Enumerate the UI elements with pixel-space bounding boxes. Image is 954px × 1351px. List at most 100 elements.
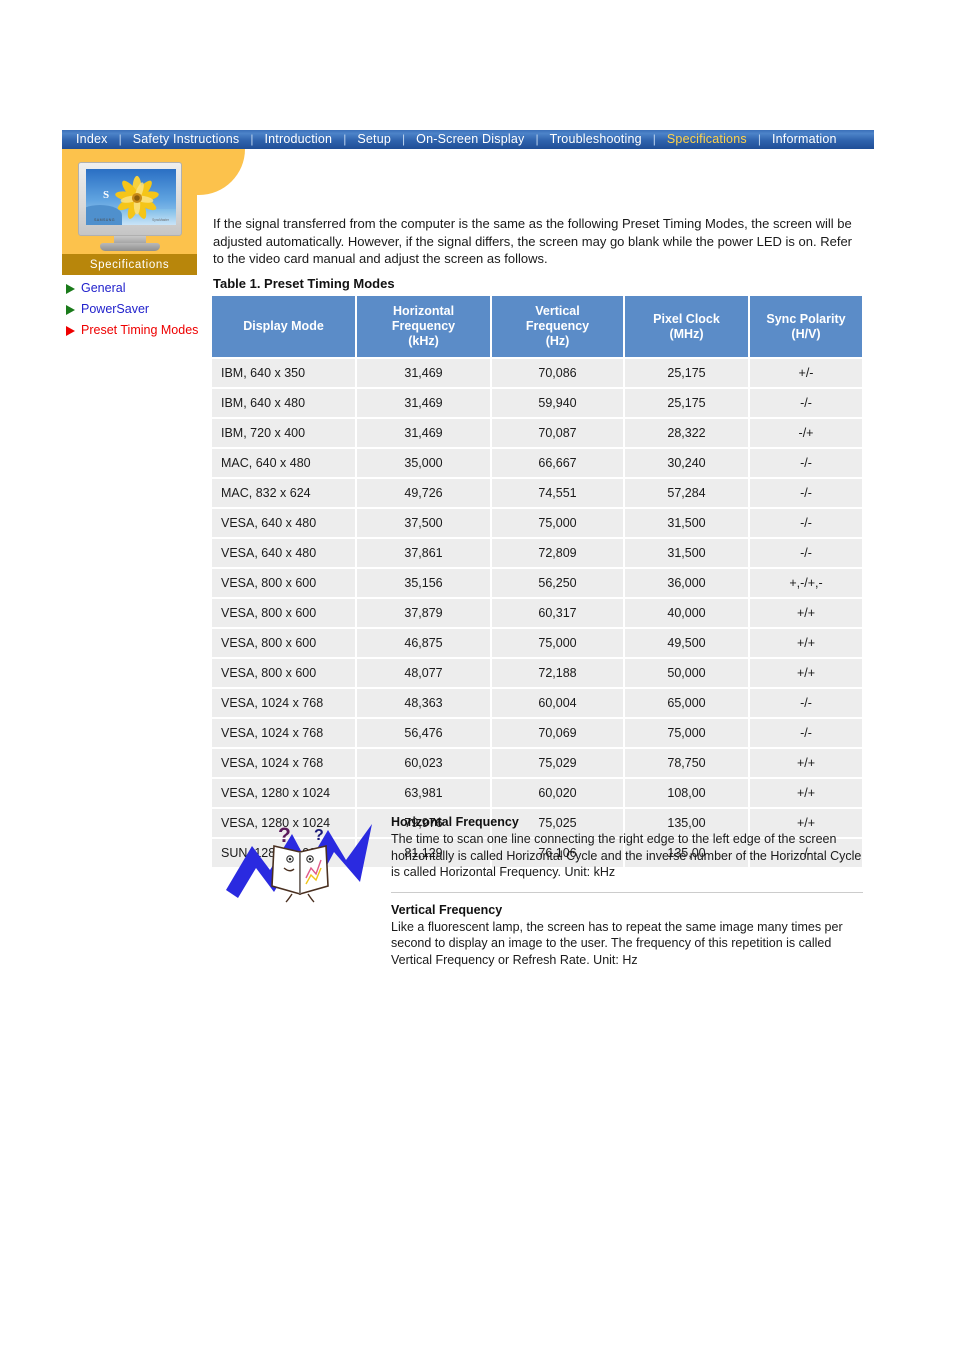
column-header-vertical-frequency: Vertical Frequency (Hz) bbox=[492, 296, 625, 359]
table-row: MAC, 832 x 624 49,726 74,551 57,284 -/- bbox=[212, 479, 862, 509]
nav-separator: | bbox=[402, 132, 406, 146]
cell-display-mode: VESA, 800 x 600 bbox=[212, 629, 357, 659]
table-header-row: Display Mode Horizontal Frequency (kHz) Vert… bbox=[212, 296, 862, 359]
cell-pixel-clock: 50,000 bbox=[625, 659, 750, 689]
cell-sync-polarity: +,-/+,- bbox=[750, 569, 862, 599]
nav-item-troubleshooting[interactable]: Troubleshooting bbox=[548, 130, 644, 149]
cell-vertical-frequency: 70,069 bbox=[492, 719, 625, 749]
nav-item-safety-instructions[interactable]: Safety Instructions bbox=[131, 130, 242, 149]
sidebar-item-label: General bbox=[81, 281, 126, 295]
table-row: VESA, 800 x 600 46,875 75,000 49,500 +/+ bbox=[212, 629, 862, 659]
cell-display-mode: VESA, 1024 x 768 bbox=[212, 749, 357, 779]
cell-pixel-clock: 65,000 bbox=[625, 689, 750, 719]
cell-display-mode: IBM, 720 x 400 bbox=[212, 419, 357, 449]
cell-horizontal-frequency: 37,500 bbox=[357, 509, 492, 539]
table-row: IBM, 640 x 350 31,469 70,086 25,175 +/- bbox=[212, 359, 862, 389]
cell-pixel-clock: 28,322 bbox=[625, 419, 750, 449]
cell-horizontal-frequency: 31,469 bbox=[357, 419, 492, 449]
cell-horizontal-frequency: 48,363 bbox=[357, 689, 492, 719]
cell-vertical-frequency: 75,000 bbox=[492, 629, 625, 659]
cell-pixel-clock: 40,000 bbox=[625, 599, 750, 629]
cell-display-mode: IBM, 640 x 350 bbox=[212, 359, 357, 389]
cell-horizontal-frequency: 56,476 bbox=[357, 719, 492, 749]
table-header: Display Mode Horizontal Frequency (kHz) Vert… bbox=[212, 296, 862, 359]
cell-sync-polarity: -/- bbox=[750, 539, 862, 569]
nav-item-setup[interactable]: Setup bbox=[355, 130, 393, 149]
nav-separator: | bbox=[343, 132, 347, 146]
table-row: VESA, 640 x 480 37,500 75,000 31,500 -/- bbox=[212, 509, 862, 539]
cell-horizontal-frequency: 63,981 bbox=[357, 779, 492, 809]
note-horizontal-frequency: Horizontal Frequency The time to scan on… bbox=[391, 815, 863, 881]
column-header-horizontal-frequency: Horizontal Frequency (kHz) bbox=[357, 296, 492, 359]
nav-item-introduction[interactable]: Introduction bbox=[262, 130, 334, 149]
cell-sync-polarity: +/- bbox=[750, 359, 862, 389]
column-header-display-mode: Display Mode bbox=[212, 296, 357, 359]
cell-vertical-frequency: 70,087 bbox=[492, 419, 625, 449]
cell-pixel-clock: 108,00 bbox=[625, 779, 750, 809]
nav-item-specifications[interactable]: Specifications bbox=[665, 130, 749, 149]
cell-display-mode: MAC, 640 x 480 bbox=[212, 449, 357, 479]
cell-sync-polarity: +/+ bbox=[750, 749, 862, 779]
nav-separator: | bbox=[118, 132, 122, 146]
top-navigation-bar: Index | Safety Instructions | Introduction | S… bbox=[62, 130, 874, 149]
cell-display-mode: IBM, 640 x 480 bbox=[212, 389, 357, 419]
cell-horizontal-frequency: 31,469 bbox=[357, 389, 492, 419]
nav-separator: | bbox=[757, 132, 761, 146]
cell-horizontal-frequency: 46,875 bbox=[357, 629, 492, 659]
cell-pixel-clock: 25,175 bbox=[625, 389, 750, 419]
sidebar-item-powersaver[interactable]: PowerSaver bbox=[66, 301, 206, 318]
nav-item-index[interactable]: Index bbox=[74, 130, 110, 149]
monitor-screen: S SAMSUNG SyncMaster bbox=[86, 169, 176, 225]
note-title: Horizontal Frequency bbox=[391, 815, 519, 829]
nav-separator: | bbox=[535, 132, 539, 146]
table-row: VESA, 1024 x 768 60,023 75,029 78,750 +/+ bbox=[212, 749, 862, 779]
monitor-illustration-icon: S SAMSUNG SyncMaster bbox=[78, 162, 182, 251]
cell-pixel-clock: 57,284 bbox=[625, 479, 750, 509]
cell-pixel-clock: 49,500 bbox=[625, 629, 750, 659]
cell-sync-polarity: +/+ bbox=[750, 659, 862, 689]
cell-sync-polarity: -/- bbox=[750, 449, 862, 479]
frequency-notes: Horizontal Frequency The time to scan on… bbox=[391, 815, 863, 968]
cell-sync-polarity: +/+ bbox=[750, 779, 862, 809]
note-vertical-frequency: Vertical Frequency Like a fluorescent la… bbox=[391, 903, 863, 969]
cell-horizontal-frequency: 37,861 bbox=[357, 539, 492, 569]
page-root: Index | Safety Instructions | Introduction | S… bbox=[0, 0, 954, 1351]
cell-vertical-frequency: 70,086 bbox=[492, 359, 625, 389]
monitor-stand-neck bbox=[114, 236, 146, 243]
note-body: The time to scan one line connecting the… bbox=[391, 832, 862, 879]
monitor-stand-base bbox=[100, 243, 160, 251]
cell-display-mode: VESA, 1024 x 768 bbox=[212, 719, 357, 749]
cell-sync-polarity: -/- bbox=[750, 479, 862, 509]
cell-vertical-frequency: 75,029 bbox=[492, 749, 625, 779]
cell-vertical-frequency: 72,809 bbox=[492, 539, 625, 569]
cell-sync-polarity: +/+ bbox=[750, 629, 862, 659]
cell-display-mode: VESA, 800 x 600 bbox=[212, 659, 357, 689]
note-divider bbox=[391, 891, 863, 893]
column-header-pixel-clock: Pixel Clock (MHz) bbox=[625, 296, 750, 359]
nav-item-on-screen-display[interactable]: On-Screen Display bbox=[414, 130, 526, 149]
cell-horizontal-frequency: 35,000 bbox=[357, 449, 492, 479]
sidebar-item-label: Preset Timing Modes bbox=[81, 323, 199, 337]
cell-horizontal-frequency: 60,023 bbox=[357, 749, 492, 779]
nav-item-information[interactable]: Information bbox=[770, 130, 839, 149]
screen-letter-s: S bbox=[103, 189, 110, 201]
cell-vertical-frequency: 59,940 bbox=[492, 389, 625, 419]
cell-vertical-frequency: 66,667 bbox=[492, 449, 625, 479]
monitor-bezel: S SAMSUNG SyncMaster bbox=[78, 162, 182, 236]
table-row: VESA, 800 x 600 48,077 72,188 50,000 +/+ bbox=[212, 659, 862, 689]
sidebar-item-general[interactable]: General bbox=[66, 280, 206, 297]
cell-display-mode: MAC, 832 x 624 bbox=[212, 479, 357, 509]
table-row: IBM, 720 x 400 31,469 70,087 28,322 -/+ bbox=[212, 419, 862, 449]
cell-vertical-frequency: 72,188 bbox=[492, 659, 625, 689]
cell-pixel-clock: 78,750 bbox=[625, 749, 750, 779]
monitor-brand-label: SAMSUNG bbox=[94, 218, 115, 222]
cell-vertical-frequency: 74,551 bbox=[492, 479, 625, 509]
note-body: Like a fluorescent lamp, the screen has … bbox=[391, 919, 843, 967]
cell-sync-polarity: -/- bbox=[750, 389, 862, 419]
cell-horizontal-frequency: 31,469 bbox=[357, 359, 492, 389]
sidebar-nav: General PowerSaver Preset Timing Modes bbox=[66, 280, 206, 343]
cell-sync-polarity: -/+ bbox=[750, 419, 862, 449]
triangle-bullet-icon bbox=[66, 325, 75, 336]
sidebar-item-preset-timing-modes[interactable]: Preset Timing Modes bbox=[66, 322, 206, 339]
cell-horizontal-frequency: 49,726 bbox=[357, 479, 492, 509]
